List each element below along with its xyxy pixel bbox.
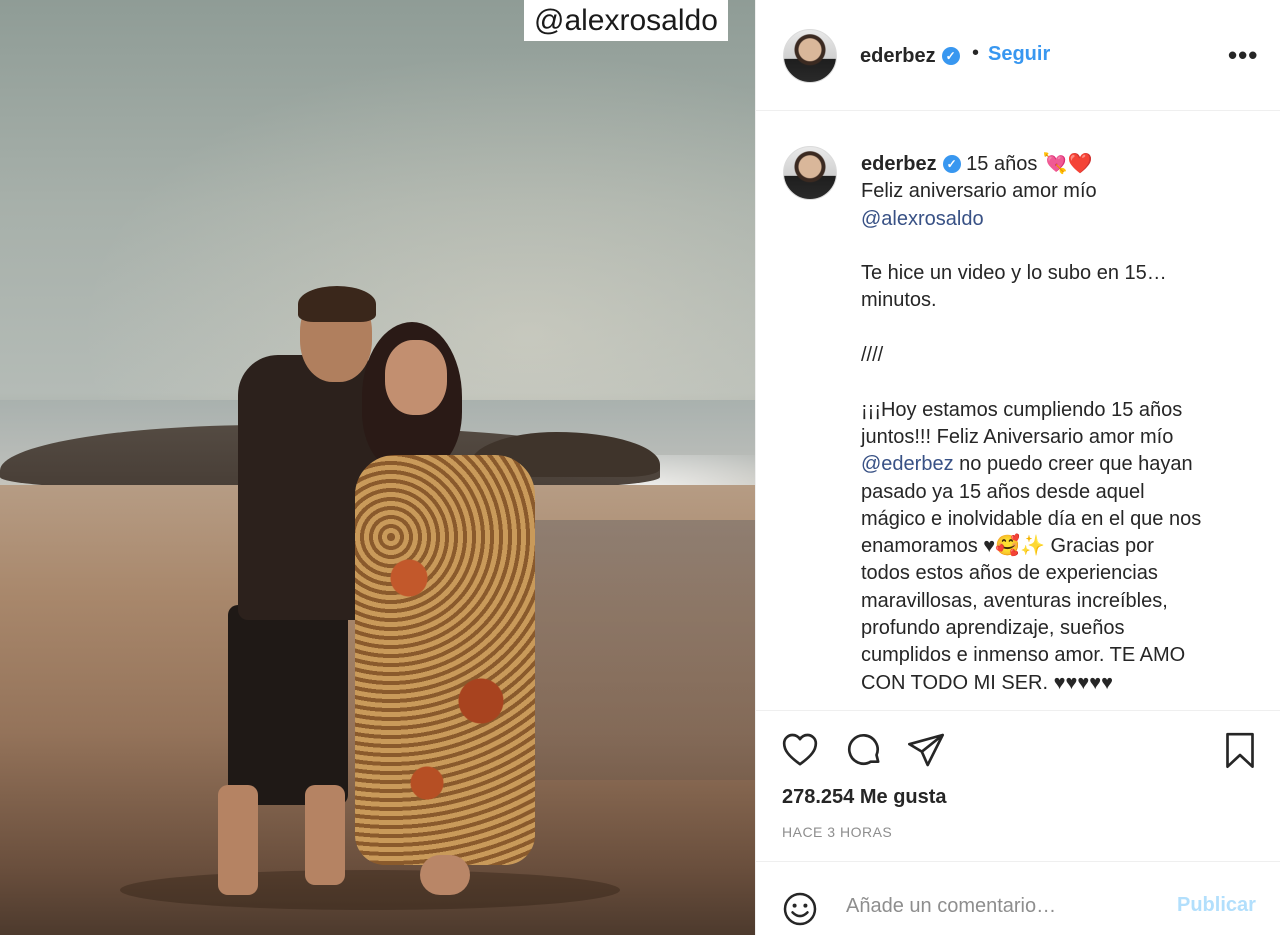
emoji-smile-icon[interactable] <box>780 889 820 929</box>
post-panel: ederbez ✓ • Seguir ••• ederbez ✓ 15 años 💘… <box>755 0 1280 935</box>
caption-avatar[interactable] <box>783 146 837 200</box>
likes-count[interactable]: 278.254 Me gusta <box>782 786 947 809</box>
header-username[interactable]: ederbez ✓ <box>860 45 960 68</box>
woman-face <box>385 340 447 415</box>
verified-icon: ✓ <box>941 47 960 65</box>
couple-shadow <box>120 870 620 910</box>
heart-arrow-emoji: 💘 <box>1042 153 1068 175</box>
mention-link[interactable]: @alexrosaldo <box>861 208 984 230</box>
caption-scroll-area[interactable]: ederbez ✓ 15 años 💘❤️ Feliz aniversario a… <box>756 111 1280 709</box>
post-actions: 278.254 Me gusta HACE 3 HORAS Publicar <box>756 710 1280 936</box>
caption-line2: Feliz aniversario amor mío <box>861 180 1097 203</box>
caption-text: ederbez ✓ 15 años 💘❤️ Feliz aniversario a… <box>861 151 1256 697</box>
post-header: ederbez ✓ • Seguir ••• <box>756 0 1280 111</box>
sparkles-emoji: ✨ <box>1020 535 1045 558</box>
caption-line1: 15 años <box>960 153 1043 175</box>
username-text[interactable]: ederbez <box>860 45 936 67</box>
bookmark-icon[interactable] <box>1220 730 1260 770</box>
post-photo[interactable]: @alexrosaldo <box>0 0 755 935</box>
caption-paragraph: //// <box>861 344 884 367</box>
man-hair <box>298 286 376 322</box>
publish-button[interactable]: Publicar <box>1177 894 1256 917</box>
smiling-hearts-emoji: 🥰 <box>995 535 1021 558</box>
comment-input[interactable] <box>844 888 1168 924</box>
woman-feet <box>420 855 470 895</box>
caption-username[interactable]: ederbez <box>861 153 937 175</box>
red-heart-emoji: ❤️ <box>1067 153 1093 175</box>
verified-icon: ✓ <box>942 155 961 173</box>
man-right-foot <box>305 785 345 885</box>
comment-icon[interactable] <box>844 730 884 770</box>
post-timestamp[interactable]: HACE 3 HORAS <box>782 824 892 840</box>
share-icon[interactable] <box>906 730 946 770</box>
separator-dot: • <box>972 42 980 64</box>
woman-dress <box>355 455 535 865</box>
more-options-icon[interactable]: ••• <box>1228 40 1258 71</box>
caption-paragraph: Te hice un video y lo subo en 15… minuto… <box>861 262 1167 312</box>
photo-watermark: @alexrosaldo <box>524 0 728 41</box>
heart-icon[interactable] <box>780 730 820 770</box>
man-legs <box>228 605 348 805</box>
mention-link[interactable]: @ederbez <box>861 453 954 475</box>
man-left-foot <box>218 785 258 895</box>
caption-paragraph: ¡¡¡Hoy estamos cumpliendo 15 años juntos… <box>861 398 1183 448</box>
comment-bar: Publicar <box>756 861 1280 937</box>
follow-button[interactable]: Seguir <box>988 43 1050 66</box>
avatar[interactable] <box>783 29 837 83</box>
